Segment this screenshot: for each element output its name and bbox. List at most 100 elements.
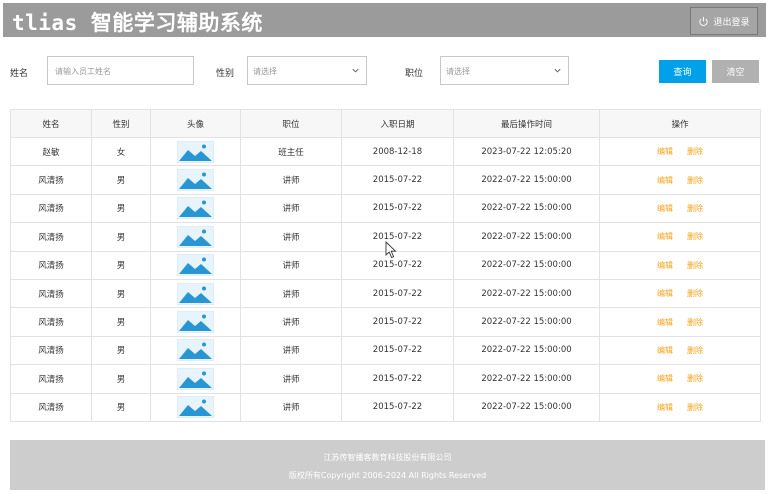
delete-link[interactable]: 删除	[687, 289, 703, 298]
cell-actions: 编辑 删除	[599, 307, 761, 337]
column-header-updated: 最后操作时间	[453, 109, 600, 138]
cell-gender: 男	[91, 250, 151, 280]
cell-position: 班主任	[240, 136, 342, 167]
logout-label: 退出登录	[713, 17, 750, 28]
cell-position: 讲师	[240, 364, 342, 394]
cell-actions: 编辑 删除	[599, 136, 761, 167]
cell-name: 风清扬	[10, 165, 92, 195]
cell-actions: 编辑 删除	[599, 335, 761, 366]
delete-link[interactable]: 删除	[687, 176, 703, 185]
cell-position: 讲师	[240, 165, 342, 195]
cell-avatar	[150, 136, 241, 167]
delete-link[interactable]: 删除	[687, 232, 703, 241]
table-row: 风清扬男 讲师 2015-07-22 2022-07-22 15:00:00 编辑 删除	[10, 392, 761, 422]
edit-link[interactable]: 编辑	[657, 403, 673, 412]
avatar-image-icon	[177, 367, 214, 390]
cell-entry-date: 2015-07-22	[341, 335, 454, 366]
cell-gender: 男	[91, 193, 151, 224]
cell-actions: 编辑 删除	[599, 392, 761, 422]
edit-link[interactable]: 编辑	[657, 374, 673, 383]
cell-name: 风清扬	[10, 250, 92, 280]
cell-entry-date: 2015-07-22	[341, 193, 454, 224]
table-row: 风清扬男 讲师 2015-07-22 2022-07-22 15:00:00 编辑 删除	[10, 335, 761, 366]
cell-position: 讲师	[240, 222, 342, 252]
name-search-input[interactable]: 请输入员工姓名	[47, 56, 194, 85]
delete-link[interactable]: 删除	[687, 147, 703, 156]
cell-actions: 编辑 删除	[599, 165, 761, 195]
chevron-down-icon	[352, 68, 359, 73]
cell-updated: 2022-07-22 15:00:00	[453, 278, 600, 309]
cell-position: 讲师	[240, 335, 342, 366]
cell-name: 风清扬	[10, 307, 92, 337]
column-header-actions: 操作	[599, 109, 761, 138]
cell-avatar	[150, 278, 241, 309]
cell-position: 讲师	[240, 250, 342, 280]
mouse-cursor-icon	[385, 241, 397, 259]
delete-link[interactable]: 删除	[687, 204, 703, 213]
clear-button[interactable]: 清空	[712, 60, 759, 83]
cell-name: 风清扬	[10, 193, 92, 224]
edit-link[interactable]: 编辑	[657, 147, 673, 156]
chevron-down-icon	[554, 68, 561, 73]
gender-select[interactable]: 请选择	[247, 56, 367, 85]
cell-position: 讲师	[240, 193, 342, 224]
cell-actions: 编辑 删除	[599, 250, 761, 280]
edit-link[interactable]: 编辑	[657, 232, 673, 241]
edit-link[interactable]: 编辑	[657, 318, 673, 327]
table-row: 风清扬男 讲师 2015-07-22 2022-07-22 15:00:00 编辑 删除	[10, 307, 761, 337]
delete-link[interactable]: 删除	[687, 374, 703, 383]
cell-gender: 男	[91, 165, 151, 195]
gender-select-placeholder: 请选择	[253, 67, 277, 76]
cell-entry-date: 2015-07-22	[341, 165, 454, 195]
cell-entry-date: 2015-07-22	[341, 278, 454, 309]
footer-copyright: 版权所有Copyright 2006-2024 All Rights Reser…	[288, 471, 487, 480]
position-label: 职位	[405, 69, 424, 79]
cell-gender: 男	[91, 392, 151, 422]
position-select[interactable]: 请选择	[440, 56, 569, 85]
edit-link[interactable]: 编辑	[657, 204, 673, 213]
cell-avatar	[150, 364, 241, 394]
power-icon	[699, 16, 709, 26]
cell-updated: 2022-07-22 15:00:00	[453, 250, 600, 280]
cell-avatar	[150, 165, 241, 195]
delete-link[interactable]: 删除	[687, 261, 703, 270]
cell-actions: 编辑 删除	[599, 193, 761, 224]
cell-updated: 2022-07-22 15:00:00	[453, 193, 600, 224]
column-header-gender: 性别	[91, 109, 151, 138]
avatar-image-icon	[177, 339, 214, 362]
cell-updated: 2022-07-22 15:00:00	[453, 364, 600, 394]
cell-gender: 男	[91, 335, 151, 366]
cell-actions: 编辑 删除	[599, 364, 761, 394]
cell-entry-date: 2015-07-22	[341, 307, 454, 337]
table-row: 风清扬男 讲师 2015-07-22 2022-07-22 15:00:00 编辑 删除	[10, 165, 761, 195]
edit-link[interactable]: 编辑	[657, 261, 673, 270]
edit-link[interactable]: 编辑	[657, 346, 673, 355]
cell-gender: 男	[91, 364, 151, 394]
delete-link[interactable]: 删除	[687, 318, 703, 327]
edit-link[interactable]: 编辑	[657, 176, 673, 185]
footer-company: 江苏传智播客教育科技股份有限公司	[323, 453, 452, 462]
cell-updated: 2022-07-22 15:00:00	[453, 335, 600, 366]
search-bar: 姓名 请输入员工姓名 性别 请选择 职位 请选择 查询 清空	[0, 56, 769, 86]
cell-name: 风清扬	[10, 392, 92, 422]
cell-gender: 男	[91, 278, 151, 309]
cell-entry-date: 2008-12-18	[341, 136, 454, 167]
column-header-avatar: 头像	[150, 109, 241, 138]
table-row: 风清扬男 讲师 2015-07-22 2022-07-22 15:00:00 编辑 删除	[10, 193, 761, 224]
cell-updated: 2022-07-22 15:00:00	[453, 307, 600, 337]
delete-link[interactable]: 删除	[687, 403, 703, 412]
table-header-row: 姓名 性别 头像 职位 入职日期 最后操作时间 操作	[10, 109, 761, 138]
avatar-image-icon	[177, 254, 214, 277]
cell-name: 风清扬	[10, 335, 92, 366]
query-button[interactable]: 查询	[659, 60, 706, 83]
cell-name: 风清扬	[10, 364, 92, 394]
name-label: 姓名	[10, 69, 29, 79]
edit-link[interactable]: 编辑	[657, 289, 673, 298]
logout-button[interactable]: 退出登录	[690, 7, 758, 35]
avatar-image-icon	[177, 311, 214, 334]
cell-name: 风清扬	[10, 278, 92, 309]
delete-link[interactable]: 删除	[687, 346, 703, 355]
cell-updated: 2023-07-22 12:05:20	[453, 136, 600, 167]
cell-gender: 男	[91, 307, 151, 337]
employee-table: 姓名 性别 头像 职位 入职日期 最后操作时间 操作 赵敏女 班主任 2008-12…	[10, 109, 761, 422]
